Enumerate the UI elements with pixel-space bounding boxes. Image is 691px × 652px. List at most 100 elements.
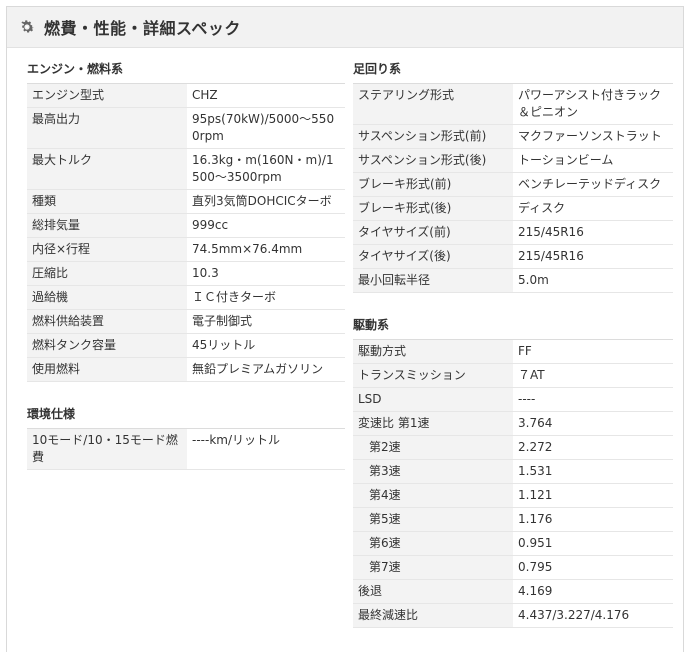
spec-row: LSD ---- <box>353 387 673 412</box>
spec-label: 燃料タンク容量 <box>27 333 187 358</box>
spec-label: 第6速 <box>353 531 513 556</box>
spec-label: 第3速 <box>353 459 513 484</box>
spec-row: 種類 直列3気筒DOHCICターボ <box>27 189 345 214</box>
spec-value: ＩＣ付きターボ <box>187 285 345 310</box>
spec-label: サスペンション形式(後) <box>353 148 513 173</box>
spec-row: 第2速 2.272 <box>353 435 673 460</box>
spec-label: 第5速 <box>353 507 513 532</box>
section-title-environment: 環境仕様 <box>27 400 345 429</box>
spec-value: 215/45R16 <box>513 220 673 245</box>
spec-value: 4.437/3.227/4.176 <box>513 603 673 628</box>
spec-value: 0.795 <box>513 555 673 580</box>
spec-value: 無鉛プレミアムガソリン <box>187 357 345 382</box>
section-title-suspension: 足回り系 <box>353 55 673 84</box>
engine-table: エンジン型式 CHZ 最高出力 95ps(70kW)/5000～5500rpm 最大トル… <box>27 84 345 382</box>
spec-value: 0.951 <box>513 531 673 556</box>
spec-label: 使用燃料 <box>27 357 187 382</box>
spec-row: タイヤサイズ(後) 215/45R16 <box>353 244 673 269</box>
spec-value: 74.5mm×76.4mm <box>187 237 345 262</box>
gear-icon <box>18 18 36 36</box>
spec-label: 燃料供給装置 <box>27 309 187 334</box>
spec-label: ブレーキ形式(前) <box>353 172 513 197</box>
spec-label: 変速比 第1速 <box>353 411 513 436</box>
spec-row: 駆動方式 FF <box>353 340 673 364</box>
spec-row: ブレーキ形式(後) ディスク <box>353 196 673 221</box>
spec-label: トランスミッション <box>353 363 513 388</box>
spec-label: 最大トルク <box>27 148 187 190</box>
spec-label: 最高出力 <box>27 107 187 149</box>
spec-value: パワーアシスト付きラック＆ピニオン <box>513 84 673 125</box>
spec-label: エンジン型式 <box>27 84 187 108</box>
spec-label: タイヤサイズ(前) <box>353 220 513 245</box>
spec-label: タイヤサイズ(後) <box>353 244 513 269</box>
spec-row: サスペンション形式(後) トーションビーム <box>353 148 673 173</box>
spec-label: 過給機 <box>27 285 187 310</box>
spec-row: 圧縮比 10.3 <box>27 261 345 286</box>
spec-row: 10モード/10・15モード燃費 ----km/リットル <box>27 429 345 470</box>
spec-value: 3.764 <box>513 411 673 436</box>
panel-header: 燃費・性能・詳細スペック <box>7 7 683 48</box>
spec-value: ディスク <box>513 196 673 221</box>
spec-value: 215/45R16 <box>513 244 673 269</box>
spec-value: 2.272 <box>513 435 673 460</box>
spec-value: 16.3kg・m(160N・m)/1500～3500rpm <box>187 148 345 190</box>
spec-row: ステアリング形式 パワーアシスト付きラック＆ピニオン <box>353 84 673 125</box>
spec-row: 総排気量 999cc <box>27 213 345 238</box>
section-title-drive: 駆動系 <box>353 311 673 340</box>
spec-value: マクファーソンストラット <box>513 124 673 149</box>
spec-value: 1.176 <box>513 507 673 532</box>
spec-row: 燃料タンク容量 45リットル <box>27 333 345 358</box>
section-title-engine: エンジン・燃料系 <box>27 55 345 84</box>
spec-row: ブレーキ形式(前) ベンチレーテッドディスク <box>353 172 673 197</box>
spec-row: 後退 4.169 <box>353 579 673 604</box>
spec-label: 内径×行程 <box>27 237 187 262</box>
spec-value: ベンチレーテッドディスク <box>513 172 673 197</box>
spec-value: ７AT <box>513 363 673 388</box>
spec-label: ステアリング形式 <box>353 84 513 125</box>
spec-label: 第4速 <box>353 483 513 508</box>
drive-table: 駆動方式 FF トランスミッション ７AT LSD ---- 変速比 第1速 3.764 第2速… <box>353 340 673 628</box>
spec-row: 燃料供給装置 電子制御式 <box>27 309 345 334</box>
spec-label: 後退 <box>353 579 513 604</box>
spec-row: 第6速 0.951 <box>353 531 673 556</box>
spec-row: 使用燃料 無鉛プレミアムガソリン <box>27 357 345 382</box>
spec-row: 内径×行程 74.5mm×76.4mm <box>27 237 345 262</box>
spec-value: 1.121 <box>513 483 673 508</box>
spec-row: タイヤサイズ(前) 215/45R16 <box>353 220 673 245</box>
spec-row: トランスミッション ７AT <box>353 363 673 388</box>
spec-value: CHZ <box>187 84 345 108</box>
spec-value: 直列3気筒DOHCICターボ <box>187 189 345 214</box>
environment-table: 10モード/10・15モード燃費 ----km/リットル <box>27 429 345 470</box>
spec-value: 4.169 <box>513 579 673 604</box>
spec-value: ----km/リットル <box>187 429 345 470</box>
spec-label: 総排気量 <box>27 213 187 238</box>
spec-panel: 燃費・性能・詳細スペック エンジン・燃料系 エンジン型式 CHZ 最高出力 95ps(… <box>6 6 684 652</box>
spec-label: 第2速 <box>353 435 513 460</box>
suspension-table: ステアリング形式 パワーアシスト付きラック＆ピニオン サスペンション形式(前) マクフ… <box>353 84 673 293</box>
spec-label: 10モード/10・15モード燃費 <box>27 429 187 470</box>
spec-label: 駆動方式 <box>353 340 513 364</box>
right-column: 足回り系 ステアリング形式 パワーアシスト付きラック＆ピニオン サスペンション形式(… <box>353 55 673 628</box>
spec-label: 第7速 <box>353 555 513 580</box>
spec-value: 45リットル <box>187 333 345 358</box>
spec-label: 種類 <box>27 189 187 214</box>
spec-label: サスペンション形式(前) <box>353 124 513 149</box>
spec-row: 最終減速比 4.437/3.227/4.176 <box>353 603 673 628</box>
spec-label: 圧縮比 <box>27 261 187 286</box>
spec-row: 最高出力 95ps(70kW)/5000～5500rpm <box>27 107 345 149</box>
spec-value: 1.531 <box>513 459 673 484</box>
spec-label: LSD <box>353 387 513 412</box>
spec-label: 最終減速比 <box>353 603 513 628</box>
spec-row: 過給機 ＩＣ付きターボ <box>27 285 345 310</box>
spec-row: サスペンション形式(前) マクファーソンストラット <box>353 124 673 149</box>
spec-row: 最小回転半径 5.0m <box>353 268 673 293</box>
spec-value: 5.0m <box>513 268 673 293</box>
spec-row: 第7速 0.795 <box>353 555 673 580</box>
spec-row: 第3速 1.531 <box>353 459 673 484</box>
spec-row: 第4速 1.121 <box>353 483 673 508</box>
left-column: エンジン・燃料系 エンジン型式 CHZ 最高出力 95ps(70kW)/5000～55… <box>27 55 345 470</box>
spec-label: 最小回転半径 <box>353 268 513 293</box>
spec-value: 95ps(70kW)/5000～5500rpm <box>187 107 345 149</box>
spec-value: 電子制御式 <box>187 309 345 334</box>
spec-value: 999cc <box>187 213 345 238</box>
